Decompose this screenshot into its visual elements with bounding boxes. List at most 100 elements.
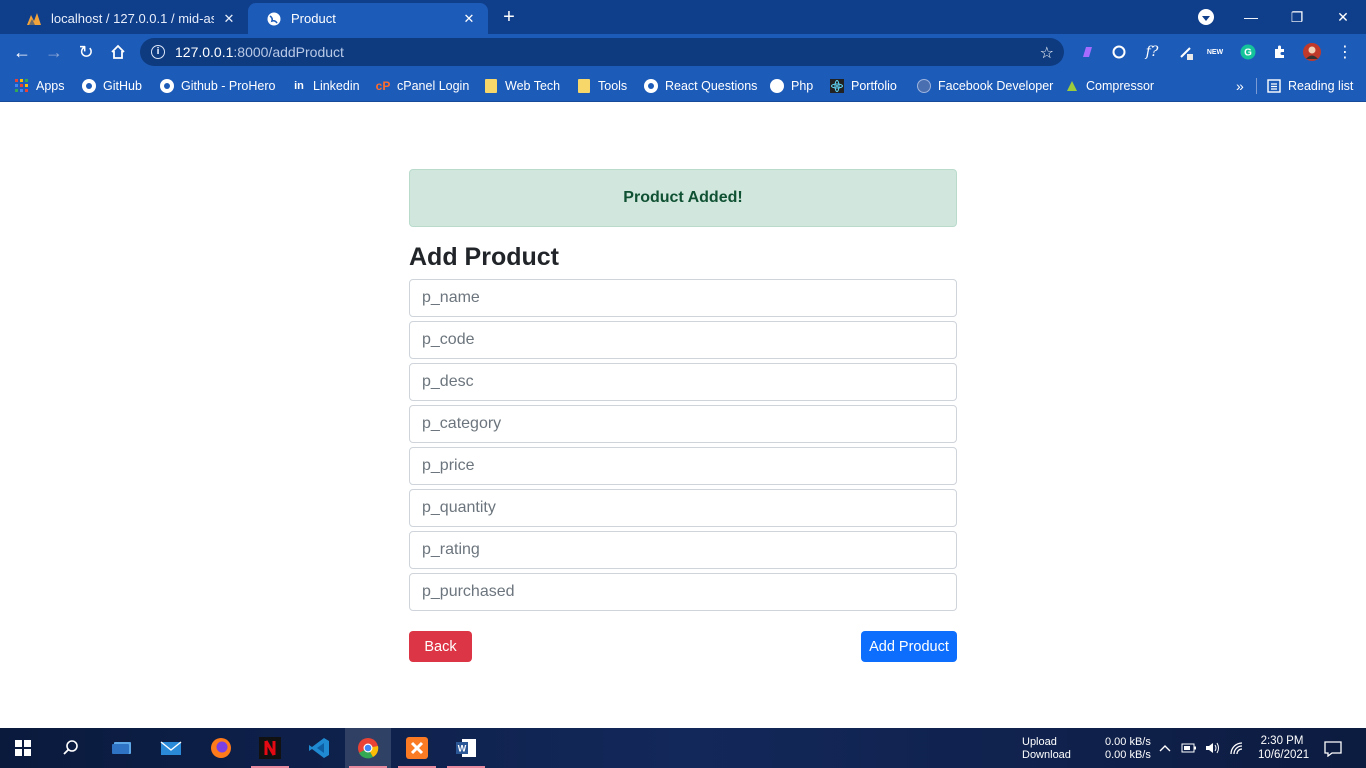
product-code-input[interactable]: [409, 321, 957, 359]
color-picker-icon[interactable]: [1177, 43, 1195, 61]
page-title: Add Product: [409, 243, 559, 271]
bookmark-label: Compressor: [1086, 79, 1155, 93]
bookmark-label: Web Tech: [505, 79, 561, 93]
tab-title: Product: [291, 11, 336, 26]
word-icon[interactable]: W: [443, 728, 489, 768]
tab-title: localhost / 127.0.0.1 / mid-assignment: [51, 11, 214, 26]
extension-purple-icon[interactable]: [1079, 43, 1097, 61]
bookmark-label: React Questions: [665, 79, 758, 93]
reading-list-button[interactable]: Reading list: [1267, 76, 1353, 96]
minimize-icon[interactable]: —: [1228, 0, 1274, 34]
bookmark-folder-web-tech[interactable]: Web Tech: [484, 76, 560, 96]
notification-icon[interactable]: [1324, 740, 1342, 758]
bookmark-label: Tools: [598, 79, 628, 93]
bookmarks-bar: Apps GitHub Github - ProHero in Linkedin…: [0, 70, 1366, 102]
bookmark-portfolio[interactable]: Portfolio: [830, 76, 897, 96]
folder-icon: [577, 79, 591, 93]
chevron-up-icon[interactable]: [1157, 740, 1173, 756]
bookmark-linkedin[interactable]: in Linkedin: [292, 76, 360, 96]
bookmark-label: Github - ProHero: [181, 79, 276, 93]
tab-phpmyadmin[interactable]: localhost / 127.0.0.1 / mid-assignment ✕: [8, 3, 248, 34]
firefox-icon[interactable]: [198, 728, 244, 768]
product-category-input[interactable]: [409, 405, 957, 443]
product-name-input[interactable]: [409, 279, 957, 317]
wifi-icon[interactable]: [1229, 740, 1245, 756]
clock[interactable]: 2:30 PM 10/6/2021: [1258, 734, 1309, 762]
address-bar[interactable]: i 127.0.0.1:8000/addProduct ☆: [140, 38, 1064, 66]
react-icon: [830, 79, 844, 93]
bookmark-star-icon[interactable]: ☆: [1040, 43, 1054, 63]
close-icon[interactable]: ✕: [460, 10, 478, 28]
menu-dots-icon[interactable]: ⋮: [1336, 43, 1354, 61]
reload-icon[interactable]: ↻: [73, 39, 99, 65]
bookmark-label: Linkedin: [313, 79, 360, 93]
globe-icon: [770, 79, 784, 93]
bookmark-github-prohero[interactable]: Github - ProHero: [160, 76, 275, 96]
product-purchased-input[interactable]: [409, 573, 957, 611]
back-arrow-icon[interactable]: ←: [9, 39, 35, 65]
apps-grid-icon: [15, 79, 29, 93]
bookmark-label: Apps: [36, 79, 65, 93]
bookmark-label: Php: [791, 79, 814, 93]
info-icon[interactable]: i: [151, 45, 165, 59]
search-icon[interactable]: [48, 728, 94, 768]
new-badge-icon[interactable]: NEW: [1206, 43, 1224, 61]
bookmark-label: Facebook Developer: [938, 79, 1054, 93]
cpanel-icon: cP: [375, 79, 391, 93]
back-button[interactable]: Back: [409, 631, 472, 662]
add-product-button[interactable]: Add Product: [861, 631, 957, 662]
battery-icon[interactable]: [1181, 740, 1197, 756]
net-speed-labels: Upload Download: [1022, 736, 1071, 761]
extensions-puzzle-icon[interactable]: [1271, 43, 1289, 61]
extension-sync-icon[interactable]: [1110, 43, 1128, 61]
grammarly-icon[interactable]: G: [1239, 43, 1257, 61]
bookmark-folder-tools[interactable]: Tools: [577, 76, 627, 96]
start-windows-icon[interactable]: [0, 728, 46, 768]
tab-product[interactable]: Product ✕: [248, 3, 488, 34]
svg-text:W: W: [458, 744, 467, 754]
task-view-icon[interactable]: [99, 728, 145, 768]
phpmyadmin-icon: [26, 11, 42, 27]
bookmark-compressor[interactable]: Compressor: [1065, 76, 1154, 96]
compressor-icon: [1065, 79, 1079, 93]
volume-icon[interactable]: [1205, 740, 1221, 756]
bookmark-facebook-developer[interactable]: Facebook Developer: [917, 76, 1053, 96]
product-desc-input[interactable]: [409, 363, 957, 401]
bookmark-label: GitHub: [103, 79, 142, 93]
bookmark-label: Portfolio: [851, 79, 897, 93]
chrome-icon[interactable]: [345, 728, 391, 768]
profile-avatar-icon[interactable]: [1303, 43, 1321, 61]
vscode-icon[interactable]: [296, 728, 342, 768]
folder-icon: [484, 79, 498, 93]
product-price-input[interactable]: [409, 447, 957, 485]
forward-arrow-icon[interactable]: →: [41, 39, 67, 65]
restore-icon[interactable]: ❐: [1274, 0, 1320, 34]
globe-icon: [266, 11, 282, 27]
product-rating-input[interactable]: [409, 531, 957, 569]
netflix-icon[interactable]: [247, 728, 293, 768]
xampp-icon[interactable]: [394, 728, 440, 768]
github-icon: [644, 79, 658, 93]
bookmark-label: cPanel Login: [397, 79, 470, 93]
bookmark-apps[interactable]: Apps: [15, 76, 65, 96]
mail-icon[interactable]: [148, 728, 194, 768]
github-icon: [160, 79, 174, 93]
globe-icon: [917, 79, 931, 93]
tab-search-icon[interactable]: [1198, 9, 1214, 25]
home-icon[interactable]: [105, 39, 131, 65]
close-window-icon[interactable]: ✕: [1320, 0, 1366, 34]
browser-toolbar: ← → ↻ i 127.0.0.1:8000/addProduct ☆ f? N…: [0, 34, 1366, 70]
linkedin-icon: in: [294, 80, 304, 92]
new-tab-button[interactable]: +: [498, 7, 520, 27]
close-icon[interactable]: ✕: [220, 10, 238, 28]
bookmark-react-questions[interactable]: React Questions: [644, 76, 757, 96]
product-quantity-input[interactable]: [409, 489, 957, 527]
font-finder-icon[interactable]: f?: [1143, 43, 1161, 61]
browser-tab-strip: localhost / 127.0.0.1 / mid-assignment ✕…: [0, 0, 1366, 34]
bookmark-php[interactable]: Php: [770, 76, 813, 96]
github-icon: [82, 79, 96, 93]
success-alert: Product Added!: [409, 169, 957, 227]
bookmark-cpanel[interactable]: cP cPanel Login: [375, 76, 470, 96]
bookmark-github[interactable]: GitHub: [82, 76, 142, 96]
bookmarks-overflow-icon[interactable]: »: [1236, 76, 1244, 96]
